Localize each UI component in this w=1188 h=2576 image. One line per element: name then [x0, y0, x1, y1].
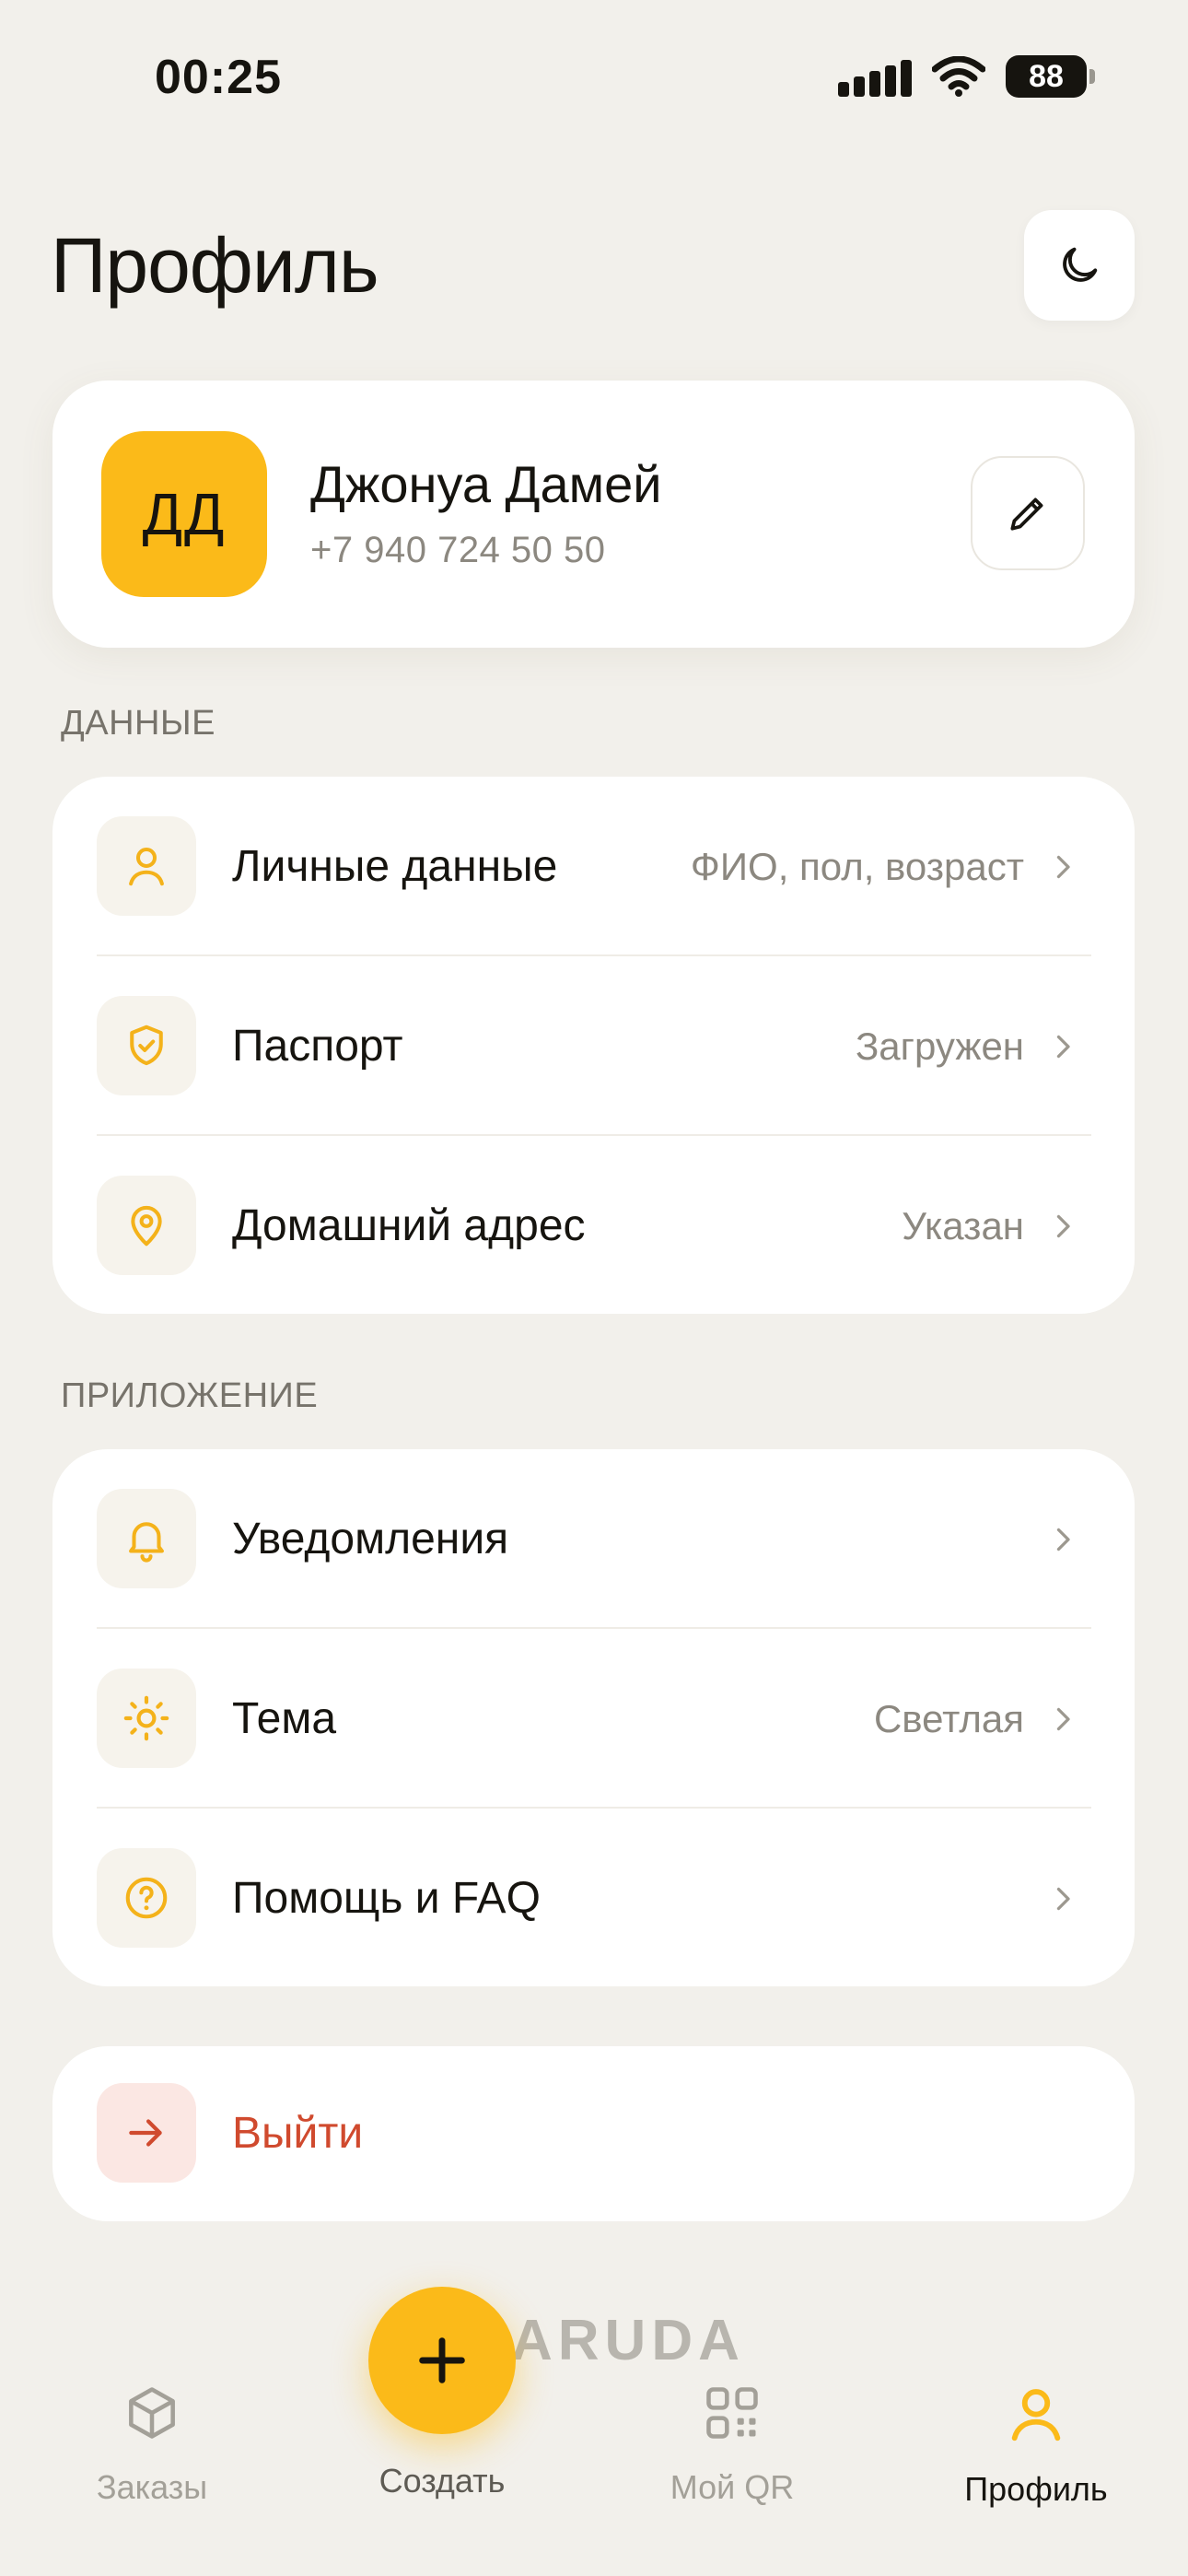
row-theme[interactable]: Тема Светлая [52, 1629, 1135, 1809]
profile-phone: +7 940 724 50 50 [310, 530, 606, 570]
create-label: Создать [379, 2462, 506, 2500]
data-card: Личные данные ФИО, пол, возраст Паспорт … [52, 777, 1135, 1314]
chevron-right-icon [1044, 1208, 1081, 1245]
avatar-initials: ДД [142, 481, 227, 547]
battery-level: 88 [1029, 58, 1064, 94]
status-time: 00:25 [155, 51, 282, 104]
row-value: ФИО, пол, возраст [690, 845, 1024, 888]
edit-profile-button[interactable] [971, 456, 1085, 570]
row-title: Тема [232, 1694, 337, 1743]
chevron-right-icon [1044, 1701, 1081, 1738]
sun-icon [97, 1669, 196, 1768]
avatar: ДД [101, 431, 267, 597]
row-personal-data[interactable]: Личные данные ФИО, пол, возраст [52, 777, 1135, 956]
map-pin-icon [97, 1176, 196, 1275]
arrow-right-icon [97, 2083, 196, 2183]
status-icons: 88 [838, 55, 1095, 98]
page-title: Профиль [51, 222, 379, 309]
theme-toggle-button[interactable] [1024, 210, 1135, 321]
row-title: Помощь и FAQ [232, 1874, 541, 1923]
row-value: Загружен [855, 1025, 1024, 1068]
nav-label: Профиль [964, 2470, 1108, 2508]
wifi-icon [932, 56, 985, 97]
chevron-right-icon [1044, 1880, 1081, 1917]
help-circle-icon [97, 1848, 196, 1948]
plus-icon [419, 2337, 465, 2383]
row-help-faq[interactable]: Помощь и FAQ [52, 1809, 1135, 1988]
app-card: Уведомления Тема Светлая Помощь и FAQ [52, 1449, 1135, 1986]
logout-button[interactable]: Выйти [52, 2043, 1135, 2223]
row-title: Паспорт [232, 1022, 403, 1071]
row-passport[interactable]: Паспорт Загружен [52, 956, 1135, 1136]
row-notifications[interactable]: Уведомления [52, 1449, 1135, 1629]
row-title: Личные данные [232, 842, 558, 891]
create-button[interactable] [368, 2287, 516, 2434]
bell-icon [97, 1489, 196, 1588]
nav-my-qr[interactable]: Мой QR [622, 2382, 843, 2507]
logout-label: Выйти [232, 2109, 364, 2158]
profile-name: Джонуа Дамей [310, 455, 662, 513]
bottom-nav: Заказы Мой QR Профиль [0, 2340, 1188, 2576]
section-label-data: ДАННЫЕ [61, 704, 215, 743]
profile-card: ДД Джонуа Дамей +7 940 724 50 50 [52, 381, 1135, 648]
logout-card: Выйти [52, 2046, 1135, 2221]
row-title: Домашний адрес [232, 1201, 586, 1250]
row-home-address[interactable]: Домашний адрес Указан [52, 1136, 1135, 1316]
chevron-right-icon [1044, 1521, 1081, 1558]
qr-code-icon [706, 2387, 758, 2439]
battery-icon: 88 [1006, 55, 1095, 98]
moon-icon [1063, 247, 1098, 282]
status-bar: 00:25 88 [0, 0, 1188, 157]
row-title: Уведомления [232, 1515, 509, 1563]
row-value: Указан [902, 1204, 1024, 1247]
chevron-right-icon [1044, 1028, 1081, 1065]
nav-profile[interactable]: Профиль [926, 2382, 1147, 2509]
section-label-app: ПРИЛОЖЕНИЕ [61, 1376, 319, 1415]
user-icon [1011, 2389, 1061, 2441]
nav-orders[interactable]: Заказы [41, 2382, 262, 2507]
user-icon [97, 816, 196, 916]
pencil-icon [1010, 498, 1043, 531]
nav-label: Мой QR [670, 2468, 795, 2506]
shield-check-icon [97, 996, 196, 1095]
chevron-right-icon [1044, 849, 1081, 885]
nav-label: Заказы [96, 2468, 208, 2506]
box-icon [129, 2387, 175, 2439]
signal-icon [838, 56, 912, 97]
row-value: Светлая [873, 1697, 1024, 1740]
